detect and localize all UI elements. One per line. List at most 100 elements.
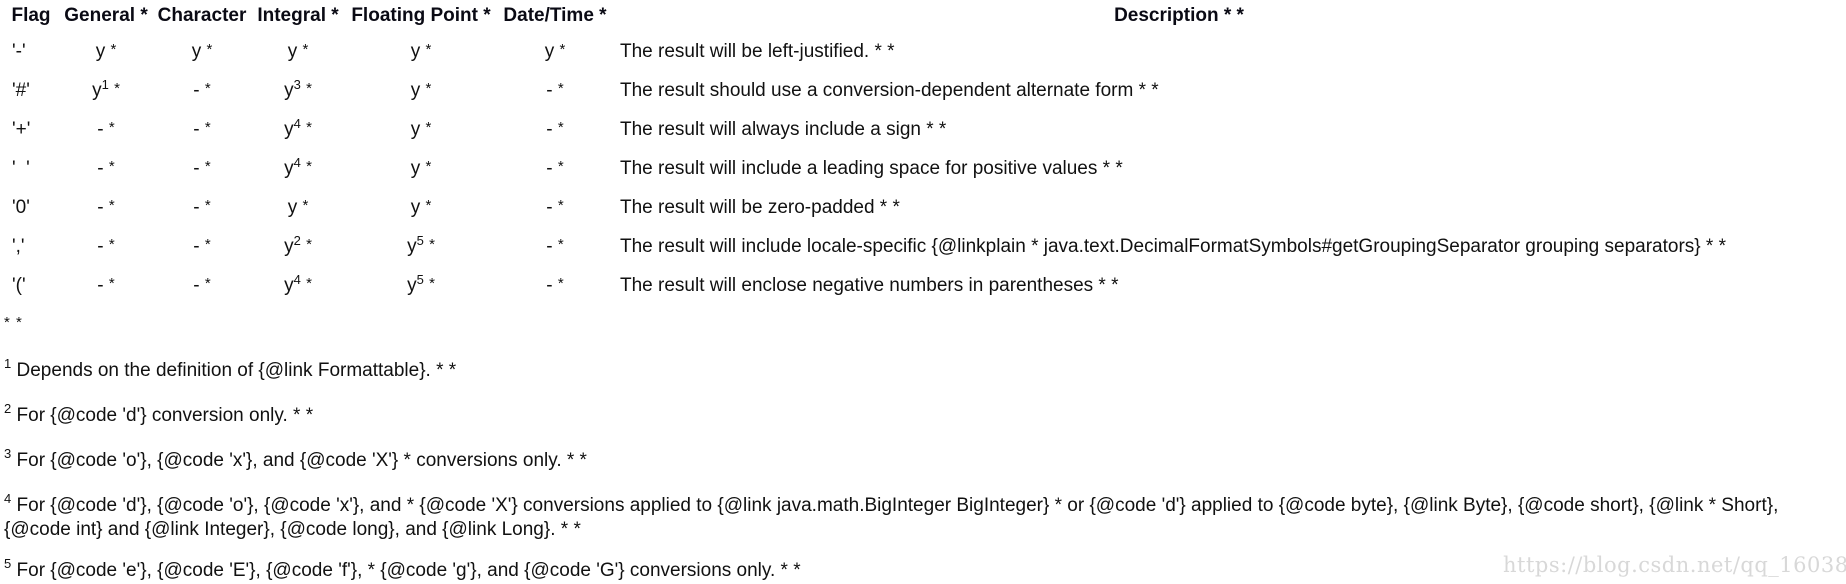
support-indicator: y (410, 118, 421, 140)
support-indicator: y (92, 79, 102, 101)
support-indicator: - (97, 118, 104, 140)
asterisk-mark: * (302, 196, 309, 214)
support-indicator: y (95, 40, 106, 62)
document-page: Flag General * Character Integral * Floa… (4, 0, 1844, 583)
footnote-number: 1 (4, 356, 12, 371)
support-value: - * (193, 119, 210, 141)
support-indicator: - (546, 196, 553, 218)
footnote-ref: 5 (416, 271, 424, 287)
header-general: General * (64, 5, 148, 26)
support-value: - * (546, 80, 563, 102)
support-value: - * (97, 275, 114, 297)
asterisk-mark: * (108, 118, 115, 136)
footnote-text: For {@code 'e'}, {@code 'E'}, {@code 'f'… (16, 560, 801, 581)
support-value: y * (411, 41, 432, 63)
cell-character: y * (154, 32, 250, 71)
support-value: - * (546, 197, 563, 219)
support-value: y * (411, 197, 432, 219)
cell-integral: y * (250, 32, 346, 71)
cell-integral: y * (250, 188, 346, 227)
support-indicator: - (193, 79, 200, 101)
cell-general: - * (58, 227, 154, 266)
cell-character: - * (154, 266, 250, 305)
asterisk-mark: * (306, 79, 312, 97)
support-value: y * (288, 41, 309, 63)
support-value: y4 * (284, 271, 312, 297)
asterisk-mark: * (306, 157, 312, 175)
asterisk-mark: * (108, 196, 115, 214)
cell-integral: y4 * (250, 149, 346, 188)
support-indicator: y (284, 79, 294, 101)
asterisk-mark: * (204, 235, 211, 253)
support-value: - * (97, 158, 114, 180)
cell-floating-point: y * (346, 32, 496, 71)
support-value: - * (97, 197, 114, 219)
cell-flag: ' ' (12, 157, 30, 179)
support-indicator: y (410, 157, 421, 179)
support-indicator: - (193, 157, 200, 179)
asterisk-mark: * (204, 196, 211, 214)
cell-flag: '#' (12, 79, 30, 101)
support-indicator: - (97, 235, 104, 257)
cell-flag: ',' (12, 235, 25, 257)
support-value: y * (411, 119, 432, 141)
cell-general: - * (58, 149, 154, 188)
cell-flag: '(' (12, 274, 26, 296)
footnote-number: 5 (4, 556, 12, 571)
table-row: '(' - * - * y4 * y5 * - * The result will encl… (4, 266, 1744, 305)
support-indicator: y (544, 40, 555, 62)
support-indicator: - (546, 79, 553, 101)
asterisk-mark: * (302, 40, 309, 58)
support-indicator: - (193, 196, 200, 218)
asterisk-mark: * (110, 40, 117, 58)
support-value: y * (96, 41, 117, 63)
asterisk-mark: * (557, 235, 564, 253)
asterisk-mark: * (425, 118, 432, 136)
footnote-number: 3 (4, 446, 12, 461)
asterisk-mark: * (108, 274, 115, 292)
cell-character: - * (154, 110, 250, 149)
footnote-ref: 1 (101, 76, 109, 92)
support-value: - * (193, 275, 210, 297)
footnote-ref: 3 (293, 76, 301, 92)
support-value: - * (193, 158, 210, 180)
cell-integral: y4 * (250, 266, 346, 305)
support-value: y * (411, 80, 432, 102)
cell-flag: '+' (12, 118, 31, 140)
asterisk-mark: * (114, 79, 120, 97)
support-indicator: y (284, 235, 294, 257)
cell-description: The result will be zero-padded * * (620, 196, 900, 218)
asterisk-mark: * (306, 118, 312, 136)
footnote-ref: 4 (293, 271, 301, 287)
support-value: y4 * (284, 117, 312, 141)
cell-character: - * (154, 149, 250, 188)
footnote-text: For {@code 'd'}, {@code 'o'}, {@code 'x'… (4, 495, 1779, 540)
cell-floating-point: y * (346, 188, 496, 227)
cell-character: - * (154, 71, 250, 110)
cell-general: - * (58, 110, 154, 149)
cell-floating-point: y5 * (346, 227, 496, 266)
support-indicator: - (546, 235, 553, 257)
support-value: - * (97, 119, 114, 141)
cell-floating-point: y * (346, 71, 496, 110)
footnote-text: For {@code 'o'}, {@code 'x'}, and {@code… (16, 450, 587, 471)
footnote-number: 2 (4, 401, 12, 416)
footnote-text: For {@code 'd'} conversion only. * * (16, 405, 314, 426)
asterisk-mark: * (425, 196, 432, 214)
support-value: y * (192, 41, 213, 63)
asterisk-mark: * (557, 157, 564, 175)
asterisk-mark: * (108, 157, 115, 175)
cell-description: The result will always include a sign * … (620, 118, 947, 140)
support-indicator: y (287, 196, 298, 218)
table-row: '+' - * - * y4 * y * - * The result will alway… (4, 110, 1744, 149)
support-indicator: y (407, 235, 417, 257)
footnote-number: 4 (4, 491, 12, 506)
cell-date-time: - * (496, 188, 614, 227)
cell-character: - * (154, 227, 250, 266)
header-floating-point: Floating Point * (351, 5, 491, 26)
cell-flag: '0' (12, 196, 30, 218)
header-date-time: Date/Time * (503, 5, 607, 26)
support-indicator: y (410, 79, 421, 101)
asterisk-mark: * (559, 40, 566, 58)
support-value: y1 * (92, 76, 120, 102)
